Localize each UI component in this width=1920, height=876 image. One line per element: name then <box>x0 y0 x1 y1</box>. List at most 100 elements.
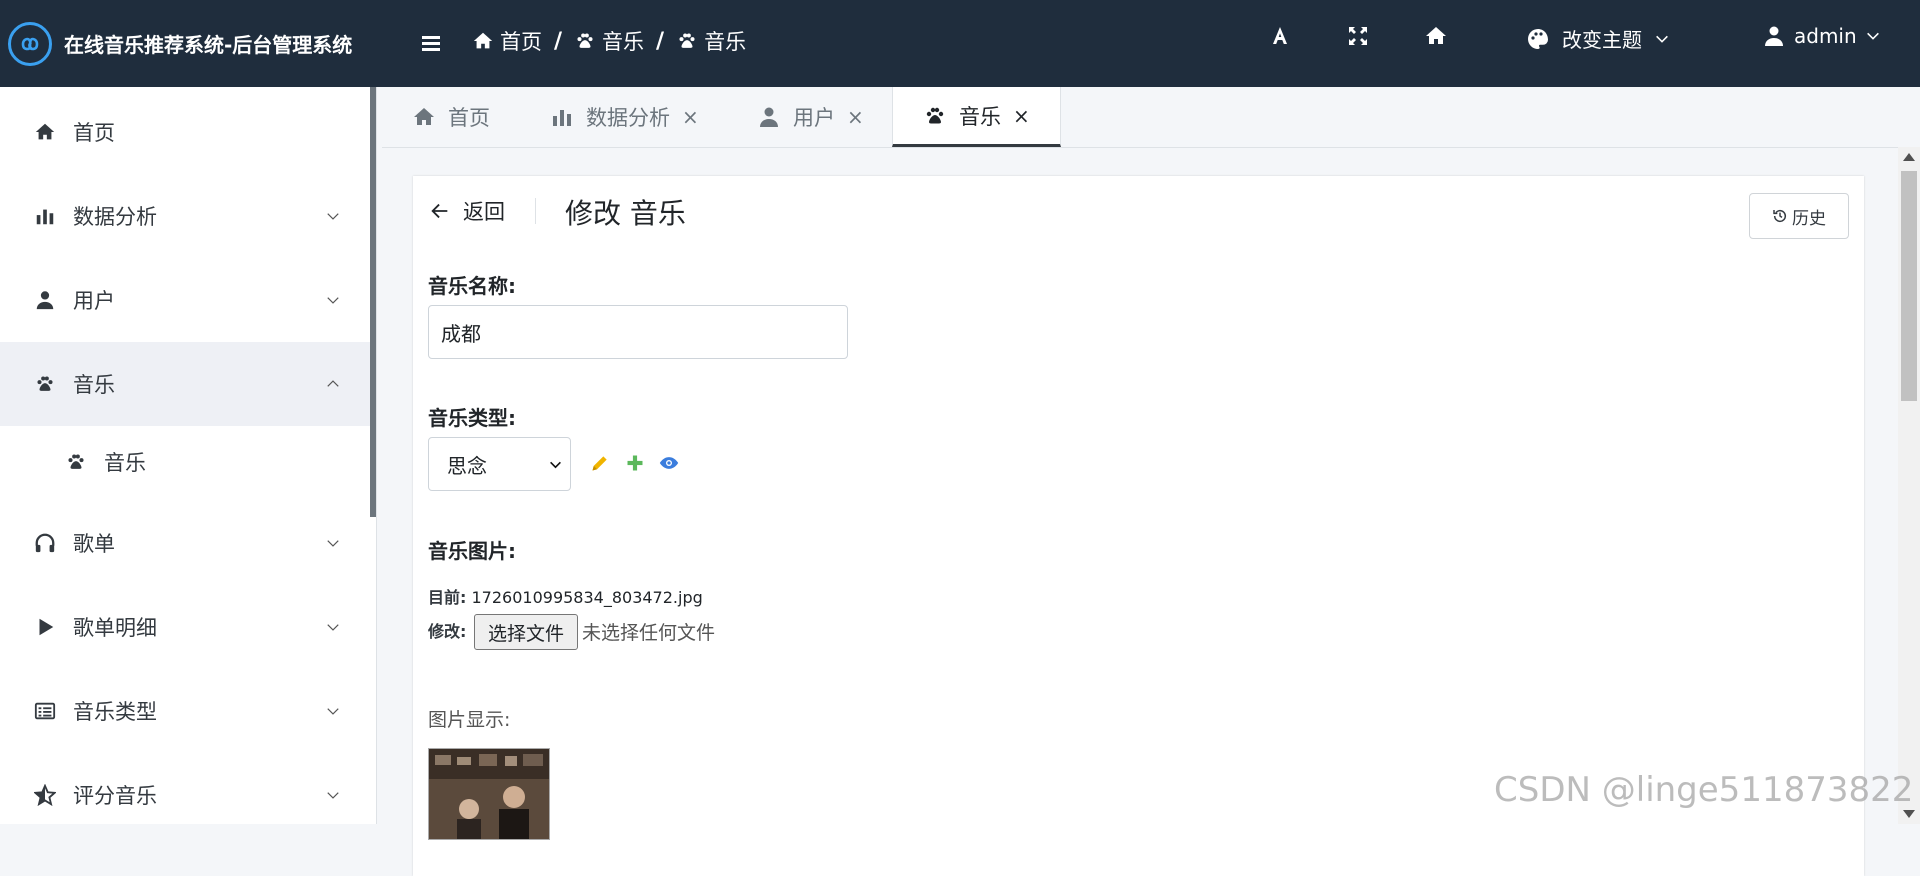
scroll-down-arrow-icon[interactable] <box>1903 810 1915 818</box>
tab-music[interactable]: 音乐 × <box>892 87 1061 147</box>
history-label: 历史 <box>1792 208 1826 229</box>
sidebar-item-music-group[interactable]: 音乐 <box>0 342 370 426</box>
back-label: 返回 <box>463 200 505 224</box>
tab-users[interactable]: 用户 × <box>757 87 864 147</box>
tab-close-icon[interactable]: × <box>682 105 699 129</box>
scroll-up-arrow-icon[interactable] <box>1903 153 1915 161</box>
brand: 在线音乐推荐系统-后台管理系统 <box>0 0 376 88</box>
breadcrumb-music-group[interactable]: 音乐 <box>574 26 644 56</box>
breadcrumb-separator: / <box>656 28 665 54</box>
breadcrumb-label: 音乐 <box>704 30 747 54</box>
user-icon <box>760 107 778 127</box>
breadcrumb-home[interactable]: 首页 <box>472 26 542 56</box>
sidebar-item-label: 首页 <box>73 121 115 145</box>
plus-icon[interactable] <box>625 453 645 473</box>
tab-label: 用户 <box>793 106 835 130</box>
image-preview-label: 图片显示: <box>428 709 511 731</box>
home-icon <box>473 32 493 49</box>
choose-file-button[interactable]: 选择文件 <box>474 614 578 650</box>
music-type-value: 思念 <box>447 453 487 478</box>
back-button[interactable]: 返回 <box>429 196 505 226</box>
font-size-button[interactable] <box>1268 24 1292 48</box>
music-cover-thumbnail <box>428 748 550 840</box>
chevron-up-icon <box>327 380 339 387</box>
top-navbar: 首页 / 音乐 / 音乐 改变主题 admin <box>376 0 1920 87</box>
fullscreen-button[interactable] <box>1346 24 1370 48</box>
sidebar-item-playlist-detail[interactable]: 歌单明细 <box>0 585 370 669</box>
sidebar-item-label: 用户 <box>73 289 115 313</box>
theme-label: 改变主题 <box>1562 28 1642 52</box>
chevron-down-icon <box>550 461 561 469</box>
tab-close-icon[interactable]: × <box>1013 104 1030 128</box>
bar-chart-icon <box>553 110 571 126</box>
scrollbar-thumb[interactable] <box>1901 171 1917 401</box>
tab-data-analysis[interactable]: 数据分析 × <box>550 87 699 147</box>
chevron-down-icon <box>327 213 339 220</box>
sidebar-item-data-analysis[interactable]: 数据分析 <box>0 174 370 258</box>
music-type-label: 音乐类型: <box>428 406 516 430</box>
chevron-down-icon <box>327 297 339 304</box>
history-icon <box>1773 209 1787 223</box>
sidebar-item-users[interactable]: 用户 <box>0 258 370 342</box>
play-icon <box>39 618 54 636</box>
page-title: 修改 音乐 <box>565 197 686 230</box>
paw-icon <box>926 107 944 124</box>
user-label: admin <box>1794 24 1857 48</box>
arrow-left-icon <box>431 203 448 219</box>
table-list-icon <box>34 702 56 720</box>
sidebar-subitem-music[interactable]: 音乐 <box>0 423 370 501</box>
headphones-icon <box>35 533 55 553</box>
sidebar-item-label: 歌单明细 <box>73 616 157 640</box>
breadcrumb: 首页 / 音乐 / 音乐 <box>472 26 746 56</box>
home-button[interactable] <box>1424 24 1448 48</box>
music-name-label: 音乐名称: <box>428 274 516 298</box>
tab-bar: 首页 数据分析 × 用户 × 音乐 × <box>382 87 1920 148</box>
content-scrollbar[interactable] <box>1898 147 1920 824</box>
breadcrumb-label: 首页 <box>500 30 542 54</box>
sidebar-item-rating[interactable]: 评分音乐 <box>0 753 370 824</box>
tab-home[interactable]: 首页 <box>412 87 490 147</box>
history-button[interactable]: 历史 <box>1749 193 1849 239</box>
font-icon <box>1273 27 1287 44</box>
watermark-text: CSDN @linge511873822 <box>1494 770 1914 810</box>
home-icon <box>35 123 55 140</box>
bar-chart-icon <box>36 209 54 225</box>
breadcrumb-label: 音乐 <box>602 30 645 54</box>
sidebar: 首页 数据分析 用户 音乐 音乐 歌单 歌单明细 音乐类型 评分音乐 <box>0 87 377 824</box>
brand-title[interactable]: 在线音乐推荐系统-后台管理系统 <box>64 29 352 58</box>
paw-icon <box>68 454 84 469</box>
music-name-input[interactable] <box>428 305 848 359</box>
sidebar-item-label: 音乐 <box>73 373 115 397</box>
current-file-name: 1726010995834_803472.jpg <box>471 588 703 607</box>
modify-prefix: 修改: <box>428 618 466 642</box>
user-dropdown[interactable]: admin <box>1762 24 1881 48</box>
user-icon <box>1765 26 1783 46</box>
hamburger-menu-icon[interactable] <box>414 26 448 60</box>
theme-dropdown[interactable]: 改变主题 <box>1526 24 1670 53</box>
sidebar-item-playlist[interactable]: 歌单 <box>0 501 370 585</box>
modify-prefix-label: 修改: <box>428 622 467 641</box>
expand-arrows-icon <box>1349 27 1367 45</box>
pencil-icon[interactable] <box>590 453 610 473</box>
eye-icon[interactable] <box>659 453 679 473</box>
sidebar-item-label: 音乐 <box>104 451 146 475</box>
music-type-select[interactable]: 思念 <box>428 437 571 491</box>
current-prefix: 目前: <box>428 588 467 607</box>
chevron-down-icon <box>327 540 339 547</box>
sidebar-item-label: 音乐类型 <box>73 700 157 724</box>
user-icon <box>36 291 54 310</box>
chevron-down-icon <box>1866 32 1879 40</box>
home-icon <box>1426 27 1446 44</box>
sidebar-item-music-type[interactable]: 音乐类型 <box>0 669 370 753</box>
sidebar-item-home[interactable]: 首页 <box>0 90 370 174</box>
palette-icon <box>1528 28 1548 49</box>
breadcrumb-music[interactable]: 音乐 <box>676 26 746 56</box>
home-icon <box>414 108 434 125</box>
tab-label: 数据分析 <box>586 106 670 130</box>
music-image-label: 音乐图片: <box>428 539 516 563</box>
sidebar-scrollbar[interactable] <box>370 87 376 517</box>
sidebar-item-label: 评分音乐 <box>73 784 157 808</box>
chevron-down-icon <box>327 624 339 631</box>
tab-close-icon[interactable]: × <box>847 105 864 129</box>
chevron-down-icon <box>327 708 339 715</box>
